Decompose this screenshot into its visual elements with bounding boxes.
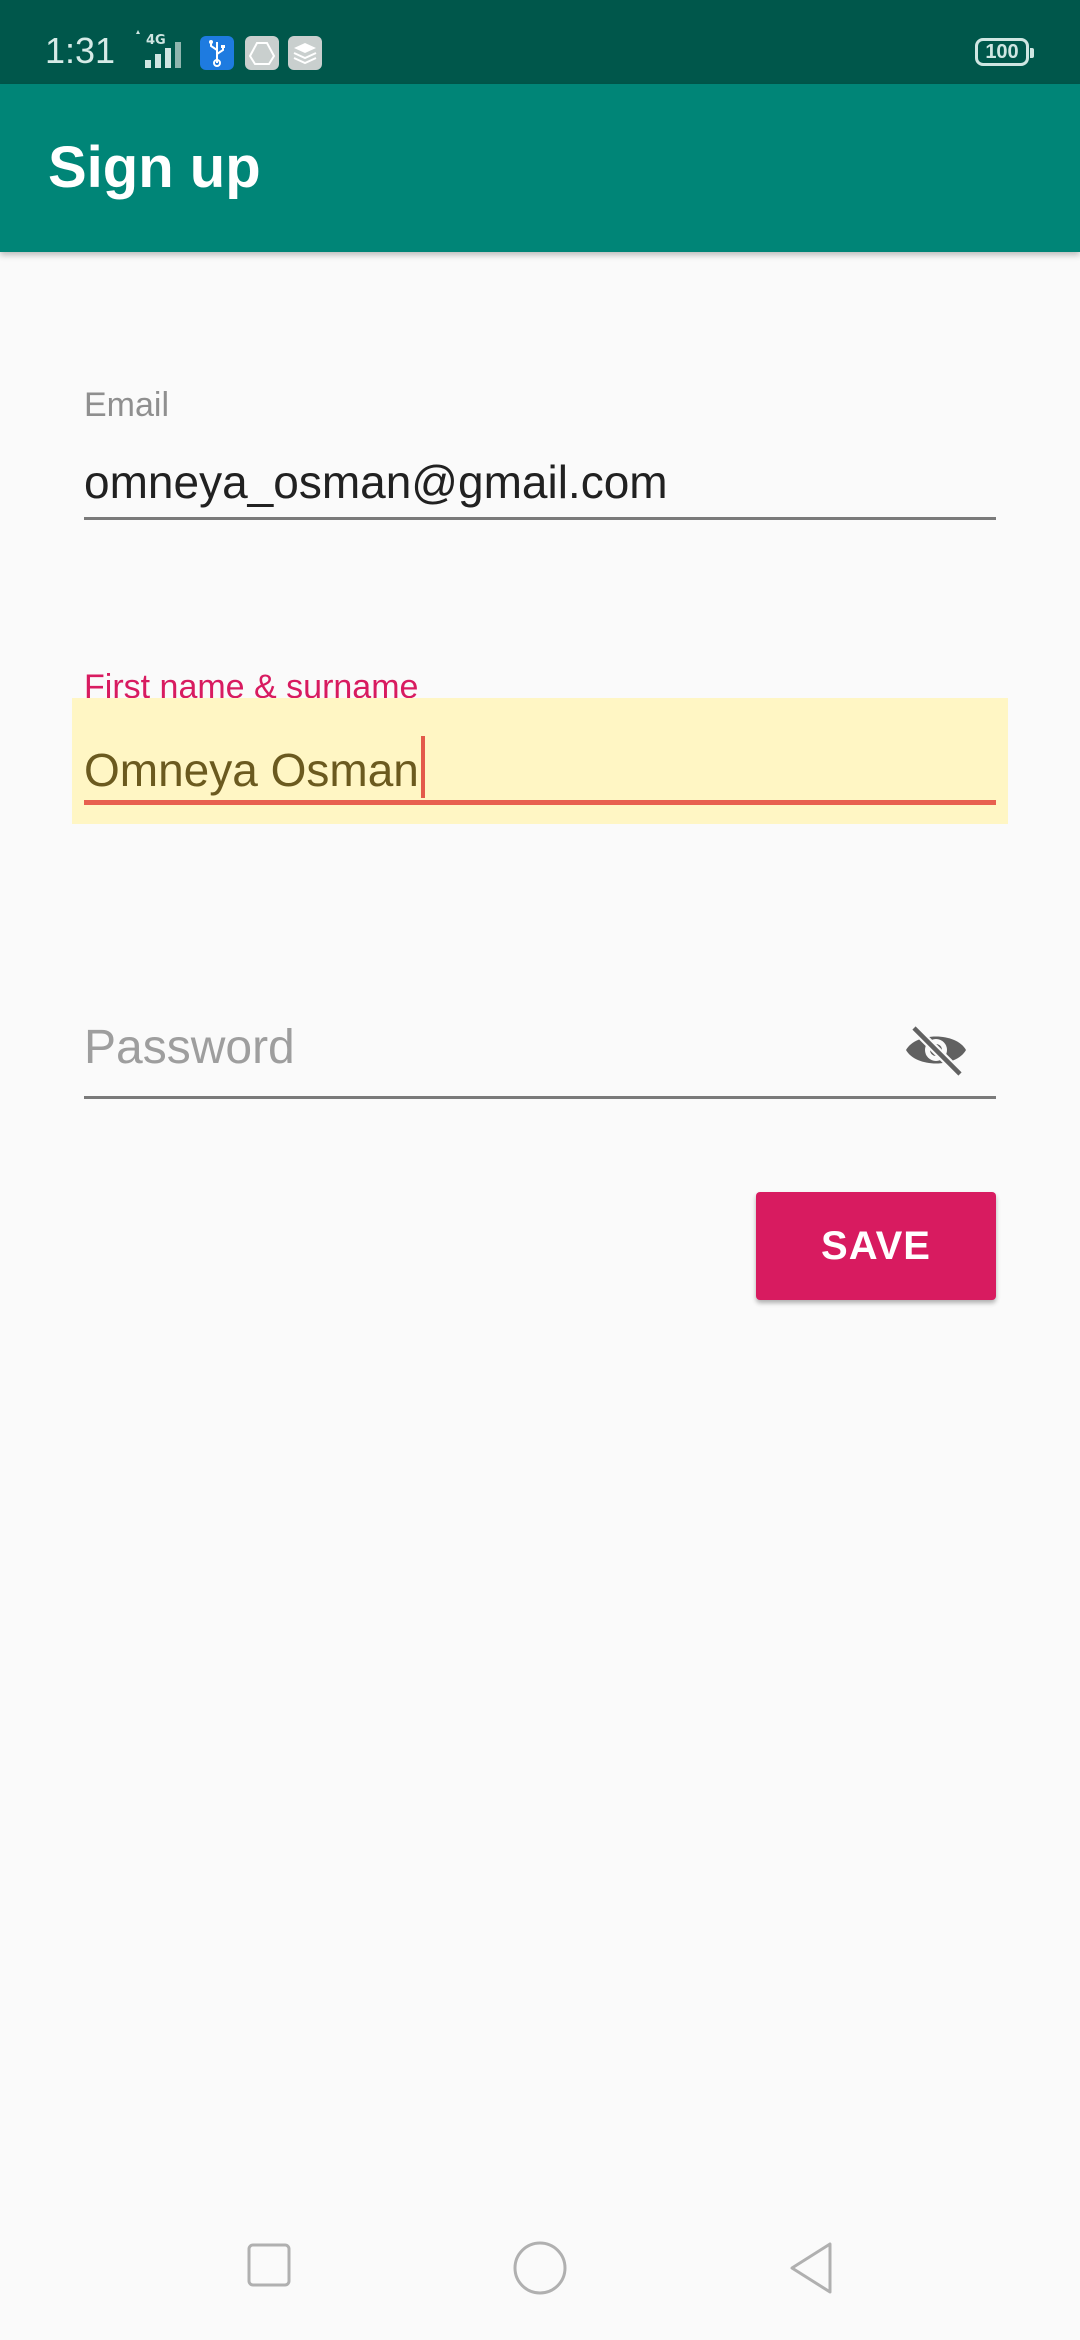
square-icon[interactable] [246,2242,292,2288]
circle-icon[interactable] [512,2240,568,2296]
email-field[interactable]: omneya_osman@gmail.com [84,455,668,509]
triangle-back-icon[interactable] [786,2240,836,2296]
network-type-label: 4G [146,33,166,48]
status-time: 1:31 [45,30,116,71]
signal-4g-icon: 4G [136,30,181,68]
usb-icon [200,36,234,70]
eye-off-icon[interactable] [902,1022,970,1078]
password-underline [84,1096,996,1099]
layers-app-icon [288,36,322,70]
battery-icon: 100 [975,38,1034,66]
save-button[interactable]: SAVE [756,1192,996,1300]
app-bar: Sign up [0,84,1080,252]
email-underline [84,517,996,520]
email-label: Email [84,386,170,424]
password-field[interactable]: Password [84,1020,295,1075]
drive-app-icon [245,36,279,70]
name-field-value: Omneya Osman [84,744,419,796]
page-title: Sign up [48,135,261,200]
text-cursor [420,736,425,798]
status-bar: 1:31 4G 100 [0,0,1080,84]
name-underline [84,800,996,805]
name-field[interactable]: Omneya Osman [84,736,425,798]
